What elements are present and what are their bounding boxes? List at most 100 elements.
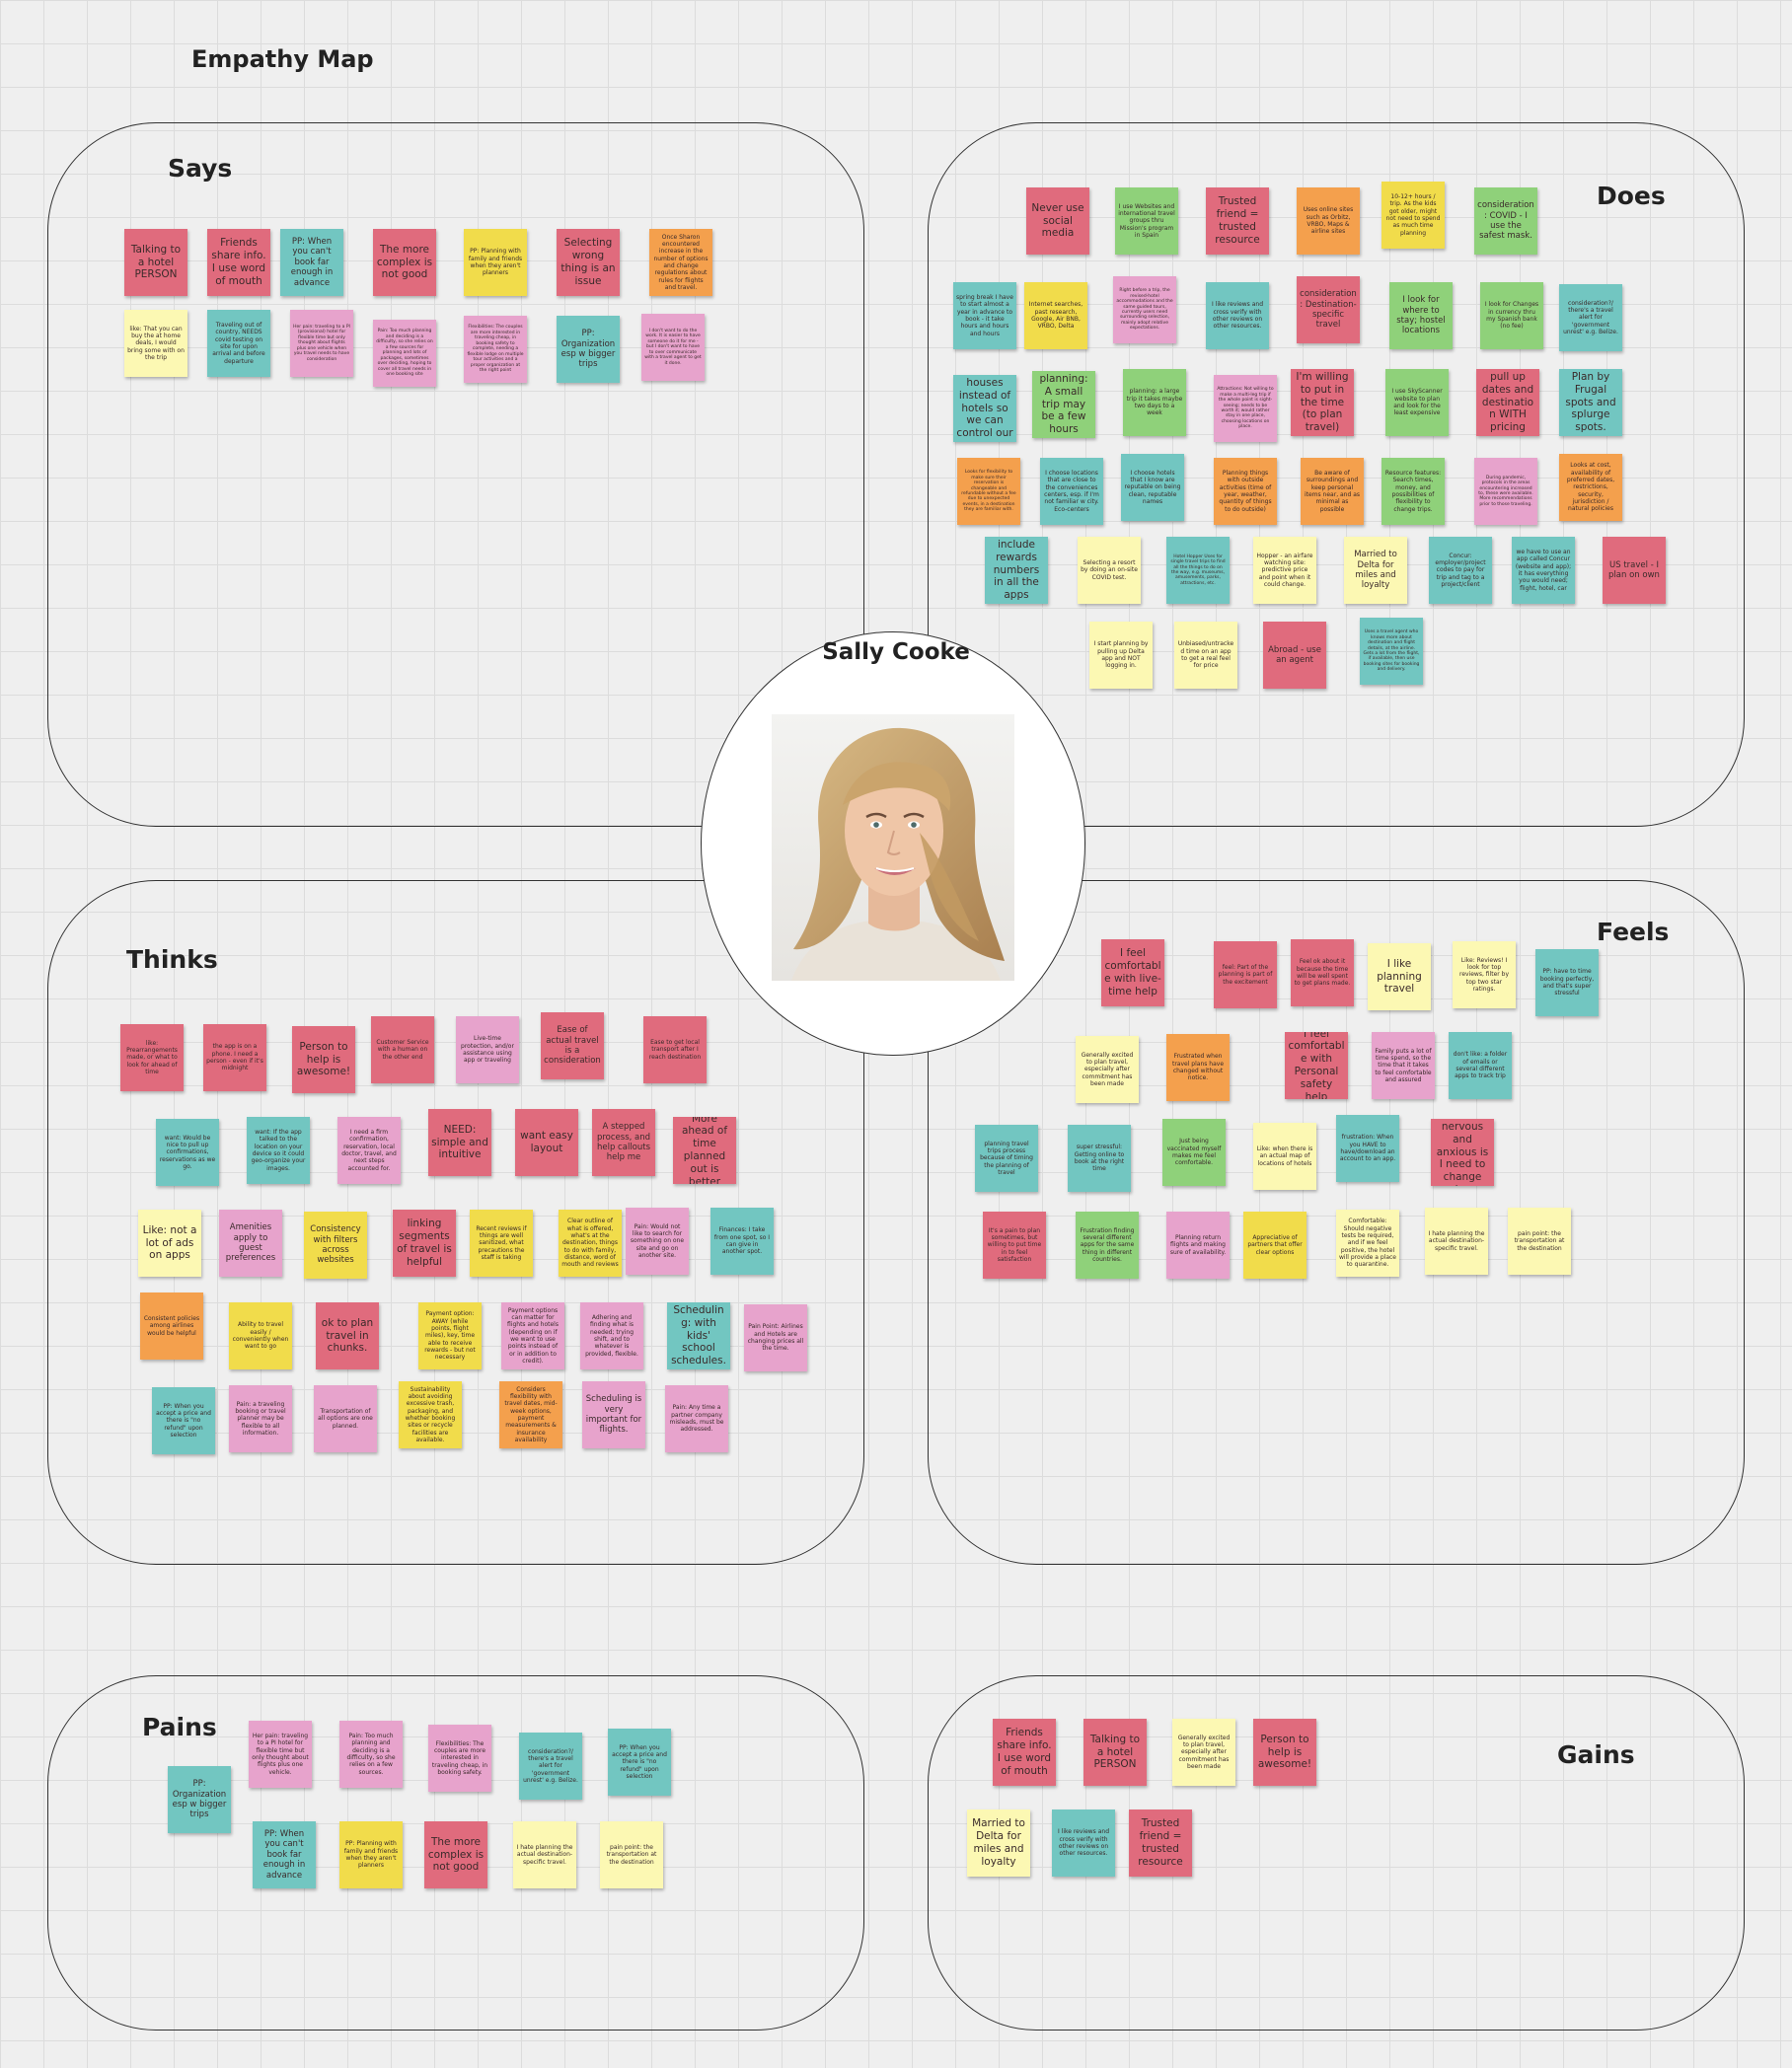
does-sticky-note-selecting-a-resort-by-doing-an-on-site-c[interactable]: Selecting a resort by doing an on-site C… <box>1078 537 1141 604</box>
does-sticky-note-looks-for-flexibility-to-make-sure-their[interactable]: Looks for flexibility to make sure their… <box>957 458 1020 525</box>
feels-sticky-note-just-being-vaccinated-myself-makes-me-fe[interactable]: Just being vaccinated myself makes me fe… <box>1162 1119 1226 1186</box>
pains-sticky-note-pp-when-you-accept-a-price-and-there-is-[interactable]: PP: When you accept a price and there is… <box>608 1729 671 1796</box>
does-sticky-note-renting-houses-instead-of-hotels-so-we-c[interactable]: renting houses instead of hotels so we c… <box>953 375 1016 442</box>
feels-sticky-note-pp-have-to-time-booking-perfectly-and-th[interactable]: PP: have to time booking perfectly, and … <box>1535 949 1599 1016</box>
does-sticky-note-planning-a-small-trip-may-be-a-few-hours[interactable]: planning: A small trip may be a few hour… <box>1032 371 1095 438</box>
says-sticky-note-pp-organization-esp-w-bigger-trips[interactable]: PP: Organization esp w bigger trips <box>557 316 620 383</box>
says-sticky-note-her-pain-traveling-to-a-pi-provisional-h[interactable]: Her pain: traveling to a PI (provisional… <box>290 310 353 377</box>
does-sticky-note-i-m-willing-to-put-in-the-time-to-plan-t[interactable]: I'm willing to put in the time (to plan … <box>1291 369 1354 436</box>
thinks-sticky-note-ok-to-plan-travel-in-chunks[interactable]: ok to plan travel in chunks. <box>316 1302 379 1369</box>
thinks-sticky-note-pain-any-time-a-partner-company-misleads[interactable]: Pain: Any time a partner company mislead… <box>665 1385 728 1452</box>
does-sticky-note-planning-things-with-outside-activities-[interactable]: Planning things with outside activities … <box>1214 458 1277 525</box>
pains-sticky-note-pain-point-the-transportation-at-the-des[interactable]: pain point: the transportation at the de… <box>600 1821 663 1888</box>
feels-sticky-note-like-when-there-is-an-actual-map-of-loca[interactable]: Like: when there is an actual map of loc… <box>1253 1123 1316 1190</box>
does-sticky-note-looks-at-cost-availability-of-preferred-[interactable]: Looks at cost, availability of preferred… <box>1559 454 1622 521</box>
does-sticky-note-i-choose-locations-that-are-close-to-the[interactable]: I choose locations that are close to the… <box>1040 458 1103 525</box>
says-sticky-note-traveling-out-of-country-needs-covid-tes[interactable]: Traveling out of country, NEEDS covid te… <box>207 310 270 377</box>
feels-sticky-note-i-feel-comfortable-with-personal-safety-[interactable]: I feel comfortable with Personal safety … <box>1285 1032 1348 1099</box>
thinks-sticky-note-transportation-of-all-options-are-one-pl[interactable]: Transportation of all options are one pl… <box>314 1385 377 1452</box>
does-sticky-note-abroad-use-an-agent[interactable]: Abroad - use an agent <box>1263 622 1326 689</box>
feels-sticky-note-generally-excited-to-plan-travel-especia[interactable]: Generally excited to plan travel, especi… <box>1076 1036 1139 1103</box>
does-sticky-note-i-use-websites-and-international-travel-[interactable]: I use Websites and international travel … <box>1115 187 1178 255</box>
does-sticky-note-married-to-delta-for-miles-and-loyalty[interactable]: Married to Delta for miles and loyalty <box>1344 537 1407 604</box>
feels-sticky-note-i-feel-comfortable-with-live-time-help[interactable]: I feel comfortable with live-time help <box>1101 939 1164 1006</box>
does-sticky-note-uses-a-travel-agent-who-knows-more-about[interactable]: Uses a travel agent who knows more about… <box>1360 618 1423 685</box>
does-sticky-note-attractions-not-willing-to-make-a-multi-[interactable]: Attractions: Not willing to make a multi… <box>1214 375 1277 442</box>
feels-sticky-note-frustrated-when-travel-plans-have-change[interactable]: Frustrated when travel plans have change… <box>1166 1034 1230 1101</box>
thinks-sticky-note-clear-outline-of-what-is-offered-what-s-[interactable]: Clear outline of what is offered, what's… <box>559 1210 622 1277</box>
pains-sticky-note-pp-planning-with-family-and-friends-when[interactable]: PP: Planning with family and friends whe… <box>339 1821 403 1888</box>
thinks-sticky-note-scheduling-with-kids-school-schedules[interactable]: Scheduling: with kids' school schedules. <box>667 1302 730 1369</box>
thinks-sticky-note-i-need-a-firm-confirmation-reservation-l[interactable]: I need a firm confirmation, reservation,… <box>337 1117 401 1184</box>
pains-sticky-note-consideration-there-s-a-travel-alert-for[interactable]: consideration?/ there's a travel alert f… <box>519 1733 582 1800</box>
feels-sticky-note-appreciative-of-partners-that-offer-clea[interactable]: Appreciative of partners that offer clea… <box>1243 1212 1307 1279</box>
thinks-sticky-note-customer-service-with-a-human-on-the-oth[interactable]: Customer Service with a human on the oth… <box>371 1016 434 1083</box>
gains-sticky-note-generally-excited-to-plan-travel-especia[interactable]: Generally excited to plan travel, especi… <box>1172 1719 1235 1786</box>
does-sticky-note-i-start-planning-by-pulling-up-delta-app[interactable]: I start planning by pulling up Delta app… <box>1089 622 1153 689</box>
does-sticky-note-us-travel-i-plan-on-own[interactable]: US travel - I plan on own <box>1603 537 1666 604</box>
thinks-sticky-note-payment-option-away-while-points-flight-[interactable]: Payment option: AWAY (while points, flig… <box>418 1302 482 1369</box>
thinks-sticky-note-ability-to-travel-easily-conveniently-wh[interactable]: Ability to travel easily / conveniently … <box>229 1302 292 1369</box>
thinks-sticky-note-amenities-apply-to-guest-preferences[interactable]: Amenities apply to guest preferences <box>219 1210 282 1277</box>
thinks-sticky-note-pain-would-not-like-to-search-for-someth[interactable]: Pain: Would not like to search for somet… <box>626 1208 689 1275</box>
does-sticky-note-resource-features-search-times-money-and[interactable]: Resource features: Search times, money, … <box>1381 458 1445 525</box>
thinks-sticky-note-payment-options-can-matter-for-flights-a[interactable]: Payment options can matter for flights a… <box>501 1302 564 1369</box>
says-sticky-note-friends-share-info-i-use-word-of-mouth[interactable]: Friends share info. I use word of mouth <box>207 229 270 296</box>
does-sticky-note-during-pandemic-protocols-in-the-areas-e[interactable]: During pandemic, protocols in the areas … <box>1474 458 1537 525</box>
thinks-sticky-note-want-if-the-app-talked-to-the-location-o[interactable]: want: If the app talked to the location … <box>247 1117 310 1184</box>
thinks-sticky-note-finances-i-take-from-one-spot-so-i-can-g[interactable]: Finances: I take from one spot, so I can… <box>710 1208 774 1275</box>
persona-photo[interactable] <box>772 714 1014 981</box>
does-sticky-note-planning-a-large-trip-it-takes-maybe-two[interactable]: planning: a large trip it takes maybe tw… <box>1123 369 1186 436</box>
thinks-sticky-note-like-prearrangements-made-or-what-to-loo[interactable]: like: Prearrangements made, or what to l… <box>120 1024 184 1091</box>
does-sticky-note-consideration-there-s-a-travel-alert-for[interactable]: consideration?/ there's a travel alert f… <box>1559 284 1622 351</box>
feels-sticky-note-pain-point-the-transportation-at-the-des[interactable]: pain point: the transportation at the de… <box>1508 1208 1571 1275</box>
thinks-sticky-note-consistency-with-filters-across-websites[interactable]: Consistency with filters across websites <box>304 1212 367 1279</box>
gains-sticky-note-friends-share-info-i-use-word-of-mouth[interactable]: Friends share info. I use word of mouth <box>993 1719 1056 1786</box>
does-sticky-note-10-12-hours-trip-as-the-kids-got-older-m[interactable]: 10-12+ hours / trip. As the kids got old… <box>1381 182 1445 249</box>
thinks-sticky-note-want-easy-layout[interactable]: want easy layout <box>515 1109 578 1176</box>
does-sticky-note-i-like-reviews-and-cross-verify-with-oth[interactable]: I like reviews and cross verify with oth… <box>1206 282 1269 349</box>
feels-sticky-note-feel-ok-about-it-because-the-time-will-b[interactable]: Feel ok about it because the time will b… <box>1291 939 1354 1006</box>
thinks-sticky-note-ease-of-actual-travel-is-a-consideration[interactable]: Ease of actual travel is a consideration <box>541 1012 604 1079</box>
feels-sticky-note-i-like-planning-travel[interactable]: I like planning travel <box>1368 943 1431 1010</box>
feels-sticky-note-planning-travel-trips-process-because-of[interactable]: planning travel trips process because of… <box>975 1125 1038 1192</box>
does-sticky-note-right-before-a-trip-the-revised-hotel-ac[interactable]: Right before a trip, the revised-hotel a… <box>1113 276 1176 343</box>
does-sticky-note-plan-by-frugal-spots-and-splurge-spots[interactable]: Plan by Frugal spots and splurge spots. <box>1559 369 1622 436</box>
says-sticky-note-the-more-complex-is-not-good[interactable]: The more complex is not good <box>373 229 436 296</box>
thinks-sticky-note-a-stepped-process-and-help-callouts-help[interactable]: A stepped process, and help callouts hel… <box>592 1109 655 1176</box>
thinks-sticky-note-linking-segments-of-travel-is-helpful[interactable]: linking segments of travel is helpful <box>393 1210 456 1277</box>
feels-sticky-note-frustration-finding-several-different-ap[interactable]: Frustration finding several different ap… <box>1076 1212 1139 1279</box>
thinks-sticky-note-consistent-policies-among-airlines-would[interactable]: Consistent policies among airlines would… <box>140 1292 203 1360</box>
pains-sticky-note-i-hate-planning-the-actual-destination-s[interactable]: I hate planning the actual destination-s… <box>513 1821 576 1888</box>
does-sticky-note-internet-searches-past-research-google-a[interactable]: Internet searches, past research, Google… <box>1024 282 1087 349</box>
pains-sticky-note-pp-when-you-can-t-book-far-enough-in-adv[interactable]: PP: When you can't book far enough in ad… <box>253 1821 316 1888</box>
pains-sticky-note-flexibilities-the-couples-are-more-inter[interactable]: Flexibilities: The couples are more inte… <box>428 1725 491 1792</box>
does-sticky-note-be-aware-of-surroundings-and-keep-person[interactable]: Be aware of surroundings and keep person… <box>1301 458 1364 525</box>
feels-sticky-note-super-stressful-getting-online-to-book-a[interactable]: super stressful: Getting online to book … <box>1068 1125 1131 1192</box>
does-sticky-note-never-use-social-media[interactable]: Never use social media <box>1026 187 1089 255</box>
thinks-sticky-note-considers-flexibility-with-travel-dates-[interactable]: Considers flexibility with travel dates,… <box>499 1381 562 1448</box>
says-sticky-note-once-sharon-encountered-increase-in-the-[interactable]: Once Sharon encountered increase in the … <box>649 229 712 296</box>
does-sticky-note-spring-break-i-have-to-start-almost-a-ye[interactable]: spring break I have to start almost a ye… <box>953 282 1016 349</box>
does-sticky-note-include-rewards-numbers-in-all-the-apps[interactable]: include rewards numbers in all the apps <box>985 537 1048 604</box>
does-sticky-note-uses-online-sites-such-as-orbitz-vrbo-ma[interactable]: Uses online sites such as Orbitz, VRBO, … <box>1297 187 1360 255</box>
thinks-sticky-note-scheduling-is-very-important-for-flights[interactable]: Scheduling is very important for flights… <box>582 1381 645 1448</box>
says-sticky-note-i-don-t-want-to-do-the-work-it-is-easier[interactable]: I don't want to do the work. It is easie… <box>641 314 705 381</box>
does-sticky-note-pull-up-dates-and-destination-with-prici[interactable]: pull up dates and destination WITH prici… <box>1476 369 1539 436</box>
says-sticky-note-selecting-wrong-thing-is-an-issue[interactable]: Selecting wrong thing is an issue <box>557 229 620 296</box>
says-sticky-note-talking-to-a-hotel-person[interactable]: Talking to a hotel PERSON <box>124 229 187 296</box>
pains-sticky-note-her-pain-traveling-to-a-pi-hotel-for-fle[interactable]: Her pain: traveling to a PI hotel for fl… <box>249 1721 312 1788</box>
does-sticky-note-i-look-for-changes-in-currency-thru-my-s[interactable]: I look for Changes in currency thru my S… <box>1480 282 1543 349</box>
does-sticky-note-i-use-skyscanner-website-to-plan-and-loo[interactable]: I use SkyScanner website to plan and loo… <box>1385 369 1449 436</box>
pains-sticky-note-pp-organization-esp-w-bigger-trips[interactable]: PP: Organization esp w bigger trips <box>168 1766 231 1833</box>
thinks-sticky-note-want-would-be-nice-to-pull-up-confirmati[interactable]: want: Would be nice to pull up confirmat… <box>156 1119 219 1186</box>
thinks-sticky-note-ease-to-get-local-transport-after-i-reac[interactable]: Ease to get local transport after I reac… <box>643 1016 707 1083</box>
feels-sticky-note-family-puts-a-lot-of-time-spend-so-the-t[interactable]: Family puts a lot of time spend, so the … <box>1372 1032 1435 1099</box>
pains-sticky-note-the-more-complex-is-not-good[interactable]: The more complex is not good <box>424 1821 487 1888</box>
gains-sticky-note-married-to-delta-for-miles-and-loyalty[interactable]: Married to Delta for miles and loyalty <box>967 1810 1030 1877</box>
feels-sticky-note-don-t-like-a-folder-of-emails-or-several[interactable]: don't like: a folder of emails or severa… <box>1449 1032 1512 1099</box>
thinks-sticky-note-pain-point-airlines-and-hotels-are-chang[interactable]: Pain Point: Airlines and Hotels are chan… <box>744 1304 807 1371</box>
feels-sticky-note-it-s-a-pain-to-plan-sometimes-but-willin[interactable]: It's a pain to plan sometimes, but willi… <box>983 1212 1046 1279</box>
feels-sticky-note-feel-part-of-the-planning-is-part-of-the[interactable]: feel: Part of the planning is part of th… <box>1214 941 1277 1008</box>
feels-sticky-note-planning-return-flights-and-making-sure-[interactable]: Planning return flights and making sure … <box>1166 1212 1230 1279</box>
